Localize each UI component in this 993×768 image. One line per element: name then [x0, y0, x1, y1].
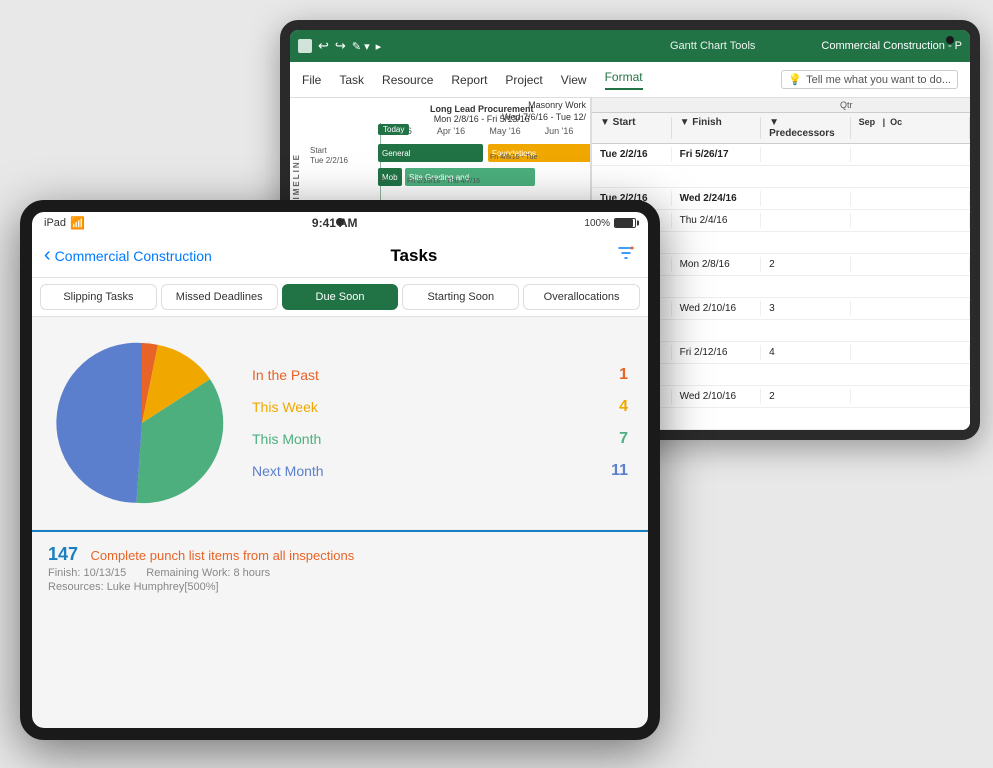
task-number: 147	[48, 544, 78, 565]
wifi-icon: 📶	[70, 216, 85, 230]
pie-chart	[52, 333, 232, 513]
legend-next-count: 11	[611, 462, 628, 480]
lightbulb-icon: 💡	[788, 73, 802, 86]
legend-next-label: Next Month	[252, 463, 324, 479]
timeline-label: TIMELINE	[292, 153, 301, 206]
status-left: iPad 📶	[44, 216, 85, 230]
tab-due-soon[interactable]: Due Soon	[282, 284, 399, 310]
carrier-label: iPad	[44, 217, 66, 229]
ribbon-report[interactable]: Report	[451, 73, 487, 87]
month-jun: Jun '16	[532, 126, 586, 136]
legend-area: In the Past 1 This Week 4 This Month 7 N…	[252, 366, 628, 480]
bar-general: General	[378, 144, 483, 162]
long-lead-label: Long Lead Procurement Mon 2/8/16 - Fri 5…	[430, 104, 534, 124]
month-jul: Jul '16	[586, 126, 590, 136]
ipad-tablet: iPad 📶 9:41 AM 100% Commercial Construct…	[20, 200, 660, 740]
mob-date: Fri	[380, 178, 388, 185]
col-finish: ▼ Finish	[672, 117, 762, 139]
legend-month-label: This Month	[252, 431, 321, 447]
task-resource-label: Resources: Luke Humphrey[500%]	[48, 581, 219, 593]
site-grading-date: Fri 2/19/16 - Thu 4/7/16	[407, 178, 480, 185]
window-title: Commercial Construction - P	[821, 40, 962, 52]
month-may: May '16	[478, 126, 532, 136]
month-apr: Apr '16	[424, 126, 478, 136]
quarter-header: Qtr	[592, 98, 970, 113]
legend-week-count: 4	[619, 398, 628, 416]
col-start: ▼ Start	[592, 117, 672, 139]
table-row: Tue 2/2/16 Fri 5/26/17	[592, 144, 970, 166]
ribbon-format[interactable]: Format	[605, 70, 643, 90]
legend-month-count: 7	[619, 430, 628, 448]
ribbon-resource[interactable]: Resource	[382, 73, 433, 87]
ipad-screen: iPad 📶 9:41 AM 100% Commercial Construct…	[32, 212, 648, 728]
ipad-camera-dot	[336, 218, 344, 226]
task-item: 147 Complete punch list items from all i…	[48, 544, 632, 593]
table-row	[592, 166, 970, 188]
tab-overallocations[interactable]: Overallocations	[523, 284, 640, 310]
foundations-date: Fri 4/8/16 - Tue	[490, 154, 537, 161]
ribbon-file[interactable]: File	[302, 73, 321, 87]
legend-past-count: 1	[619, 366, 628, 384]
ribbon-project[interactable]: Project	[505, 73, 542, 87]
legend-month: This Month 7	[252, 430, 628, 448]
ribbon-view[interactable]: View	[561, 73, 587, 87]
ms-project-toolbar: ↩ ↪ ✎ ▾ ▸ Gantt Chart Tools Commercial C…	[290, 30, 970, 62]
tab-missed-deadlines[interactable]: Missed Deadlines	[161, 284, 278, 310]
task-finish: Finish: 10/13/15	[48, 567, 126, 579]
save-icon	[298, 39, 312, 53]
ribbon-task[interactable]: Task	[339, 73, 364, 87]
toolbar-arrow: ▸	[376, 40, 382, 53]
redo-icon: ↪	[335, 38, 346, 54]
toolbar-extra: ✎ ▾	[352, 40, 370, 53]
qtr-label: Qtr	[832, 98, 861, 112]
ipad-nav-bar: Commercial Construction Tasks	[32, 234, 648, 278]
nav-title: Tasks	[212, 246, 616, 266]
filter-tabs: Slipping Tasks Missed Deadlines Due Soon…	[32, 278, 648, 317]
bg-camera-dot	[946, 36, 954, 44]
task-remaining-work: Remaining Work: 8 hours	[146, 567, 270, 579]
col-quarter: Sep | Oc	[851, 117, 970, 139]
ms-ribbon: File Task Resource Report Project View F…	[290, 62, 970, 98]
task-resources: Resources: Luke Humphrey[500%]	[48, 581, 632, 593]
battery-percent: 100%	[584, 218, 610, 229]
undo-icon: ↩	[318, 38, 329, 54]
today-line	[380, 123, 381, 203]
task-meta: Finish: 10/13/15 Remaining Work: 8 hours	[48, 567, 632, 579]
battery-icon	[614, 218, 636, 228]
status-time: 9:41 AM	[85, 216, 584, 230]
today-badge: Today	[378, 124, 409, 135]
status-right: 100%	[584, 218, 636, 229]
ribbon-search[interactable]: 💡 Tell me what you want to do...	[781, 70, 958, 89]
legend-past: In the Past 1	[252, 366, 628, 384]
filter-icon[interactable]	[616, 243, 636, 268]
task-list-area: 147 Complete punch list items from all i…	[32, 530, 648, 728]
back-label: Commercial Construction	[55, 248, 212, 264]
tab-slipping-tasks[interactable]: Slipping Tasks	[40, 284, 157, 310]
gantt-tools-label: Gantt Chart Tools	[670, 40, 755, 52]
search-hint: Tell me what you want to do...	[806, 74, 951, 86]
legend-week-label: This Week	[252, 399, 318, 415]
task-title: Complete punch list items from all inspe…	[91, 548, 355, 563]
col-predecessors: ▼ Predecessors	[761, 117, 851, 139]
legend-past-label: In the Past	[252, 367, 319, 383]
legend-next: Next Month 11	[252, 462, 628, 480]
legend-week: This Week 4	[252, 398, 628, 416]
battery-fill	[615, 219, 633, 227]
start-label: Start Tue 2/2/16	[310, 146, 348, 167]
chevron-left-icon	[44, 244, 51, 267]
chart-legend-area: In the Past 1 This Week 4 This Month 7 N…	[32, 317, 648, 530]
gantt-table-header: ▼ Start ▼ Finish ▼ Predecessors Sep | Oc	[592, 113, 970, 144]
back-button[interactable]: Commercial Construction	[44, 244, 212, 267]
tab-starting-soon[interactable]: Starting Soon	[402, 284, 519, 310]
